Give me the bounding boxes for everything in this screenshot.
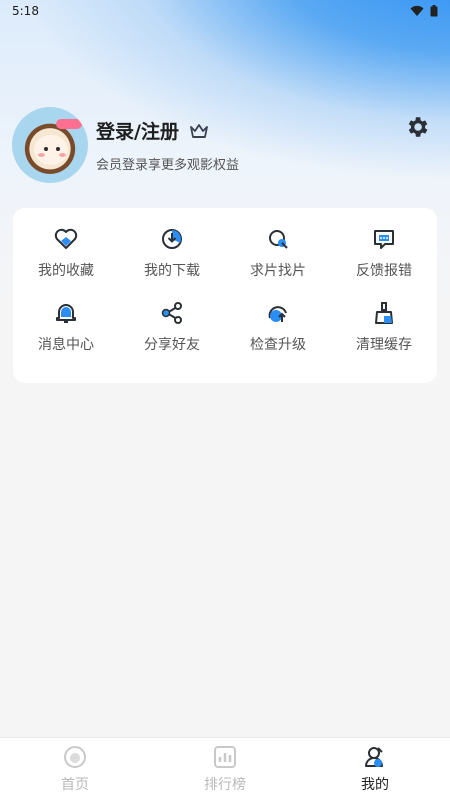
profile-subtitle: 会员登录享更多观影权益 xyxy=(96,158,240,173)
grid-item-label: 我的收藏 xyxy=(38,263,94,279)
tab-home[interactable]: 首页 xyxy=(20,744,130,794)
heart-icon xyxy=(54,228,78,249)
tab-label: 排行榜 xyxy=(204,777,246,793)
grid-item-share[interactable]: 分享好友 xyxy=(119,298,225,372)
settings-gear-icon[interactable] xyxy=(404,114,430,140)
grid-item-favorites[interactable]: 我的收藏 xyxy=(13,224,119,298)
tab-ranking[interactable]: 排行榜 xyxy=(170,744,280,794)
grid-item-downloads[interactable]: 我的下载 xyxy=(119,224,225,298)
tab-label: 我的 xyxy=(361,777,389,793)
search-film-icon xyxy=(269,230,288,249)
tab-mine[interactable]: 我的 xyxy=(320,744,430,794)
profile-section[interactable]: 登录/注册 会员登录享更多观影权益 xyxy=(12,106,438,184)
share-icon xyxy=(161,301,182,324)
login-register-link[interactable]: 登录/注册 xyxy=(96,117,179,144)
avatar-face xyxy=(34,135,68,165)
grid-item-label: 反馈报错 xyxy=(356,263,412,279)
status-time: 5:18 xyxy=(12,4,39,18)
feedback-icon xyxy=(374,230,394,249)
grid-item-request-film[interactable]: 求片找片 xyxy=(225,224,331,298)
upgrade-icon xyxy=(268,305,287,322)
ranking-icon xyxy=(214,746,236,768)
bottom-tab-bar: 首页 排行榜 我的 xyxy=(0,737,450,800)
grid-item-clear-cache[interactable]: 清理缓存 xyxy=(331,298,437,372)
crown-icon xyxy=(190,123,208,138)
bell-icon xyxy=(56,303,76,323)
wifi-icon xyxy=(410,5,424,16)
grid-item-label: 我的下载 xyxy=(144,263,200,279)
grid-item-feedback[interactable]: 反馈报错 xyxy=(331,224,437,298)
battery-icon xyxy=(430,5,438,17)
avatar[interactable] xyxy=(12,107,88,183)
grid-item-label: 消息中心 xyxy=(38,336,94,353)
status-bar: 5:18 xyxy=(0,0,450,22)
grid-item-label: 检查升级 xyxy=(250,336,306,353)
grid-item-label: 清理缓存 xyxy=(356,336,412,353)
grid-item-check-update[interactable]: 检查升级 xyxy=(225,298,331,372)
grid-item-label: 分享好友 xyxy=(144,336,200,353)
grid-item-label: 求片找片 xyxy=(250,263,306,279)
tab-label: 首页 xyxy=(61,777,89,793)
download-icon xyxy=(162,229,182,249)
grid-item-messages[interactable]: 消息中心 xyxy=(13,298,119,372)
avatar-badge-decoration xyxy=(56,119,82,129)
home-icon xyxy=(64,746,86,768)
profile-icon xyxy=(365,747,383,767)
broom-icon xyxy=(375,301,393,324)
function-grid-card: 我的收藏 我的下载 求片找片 反馈报错 消息中心 分享好友 检查升级 清理缓存 xyxy=(13,208,437,383)
